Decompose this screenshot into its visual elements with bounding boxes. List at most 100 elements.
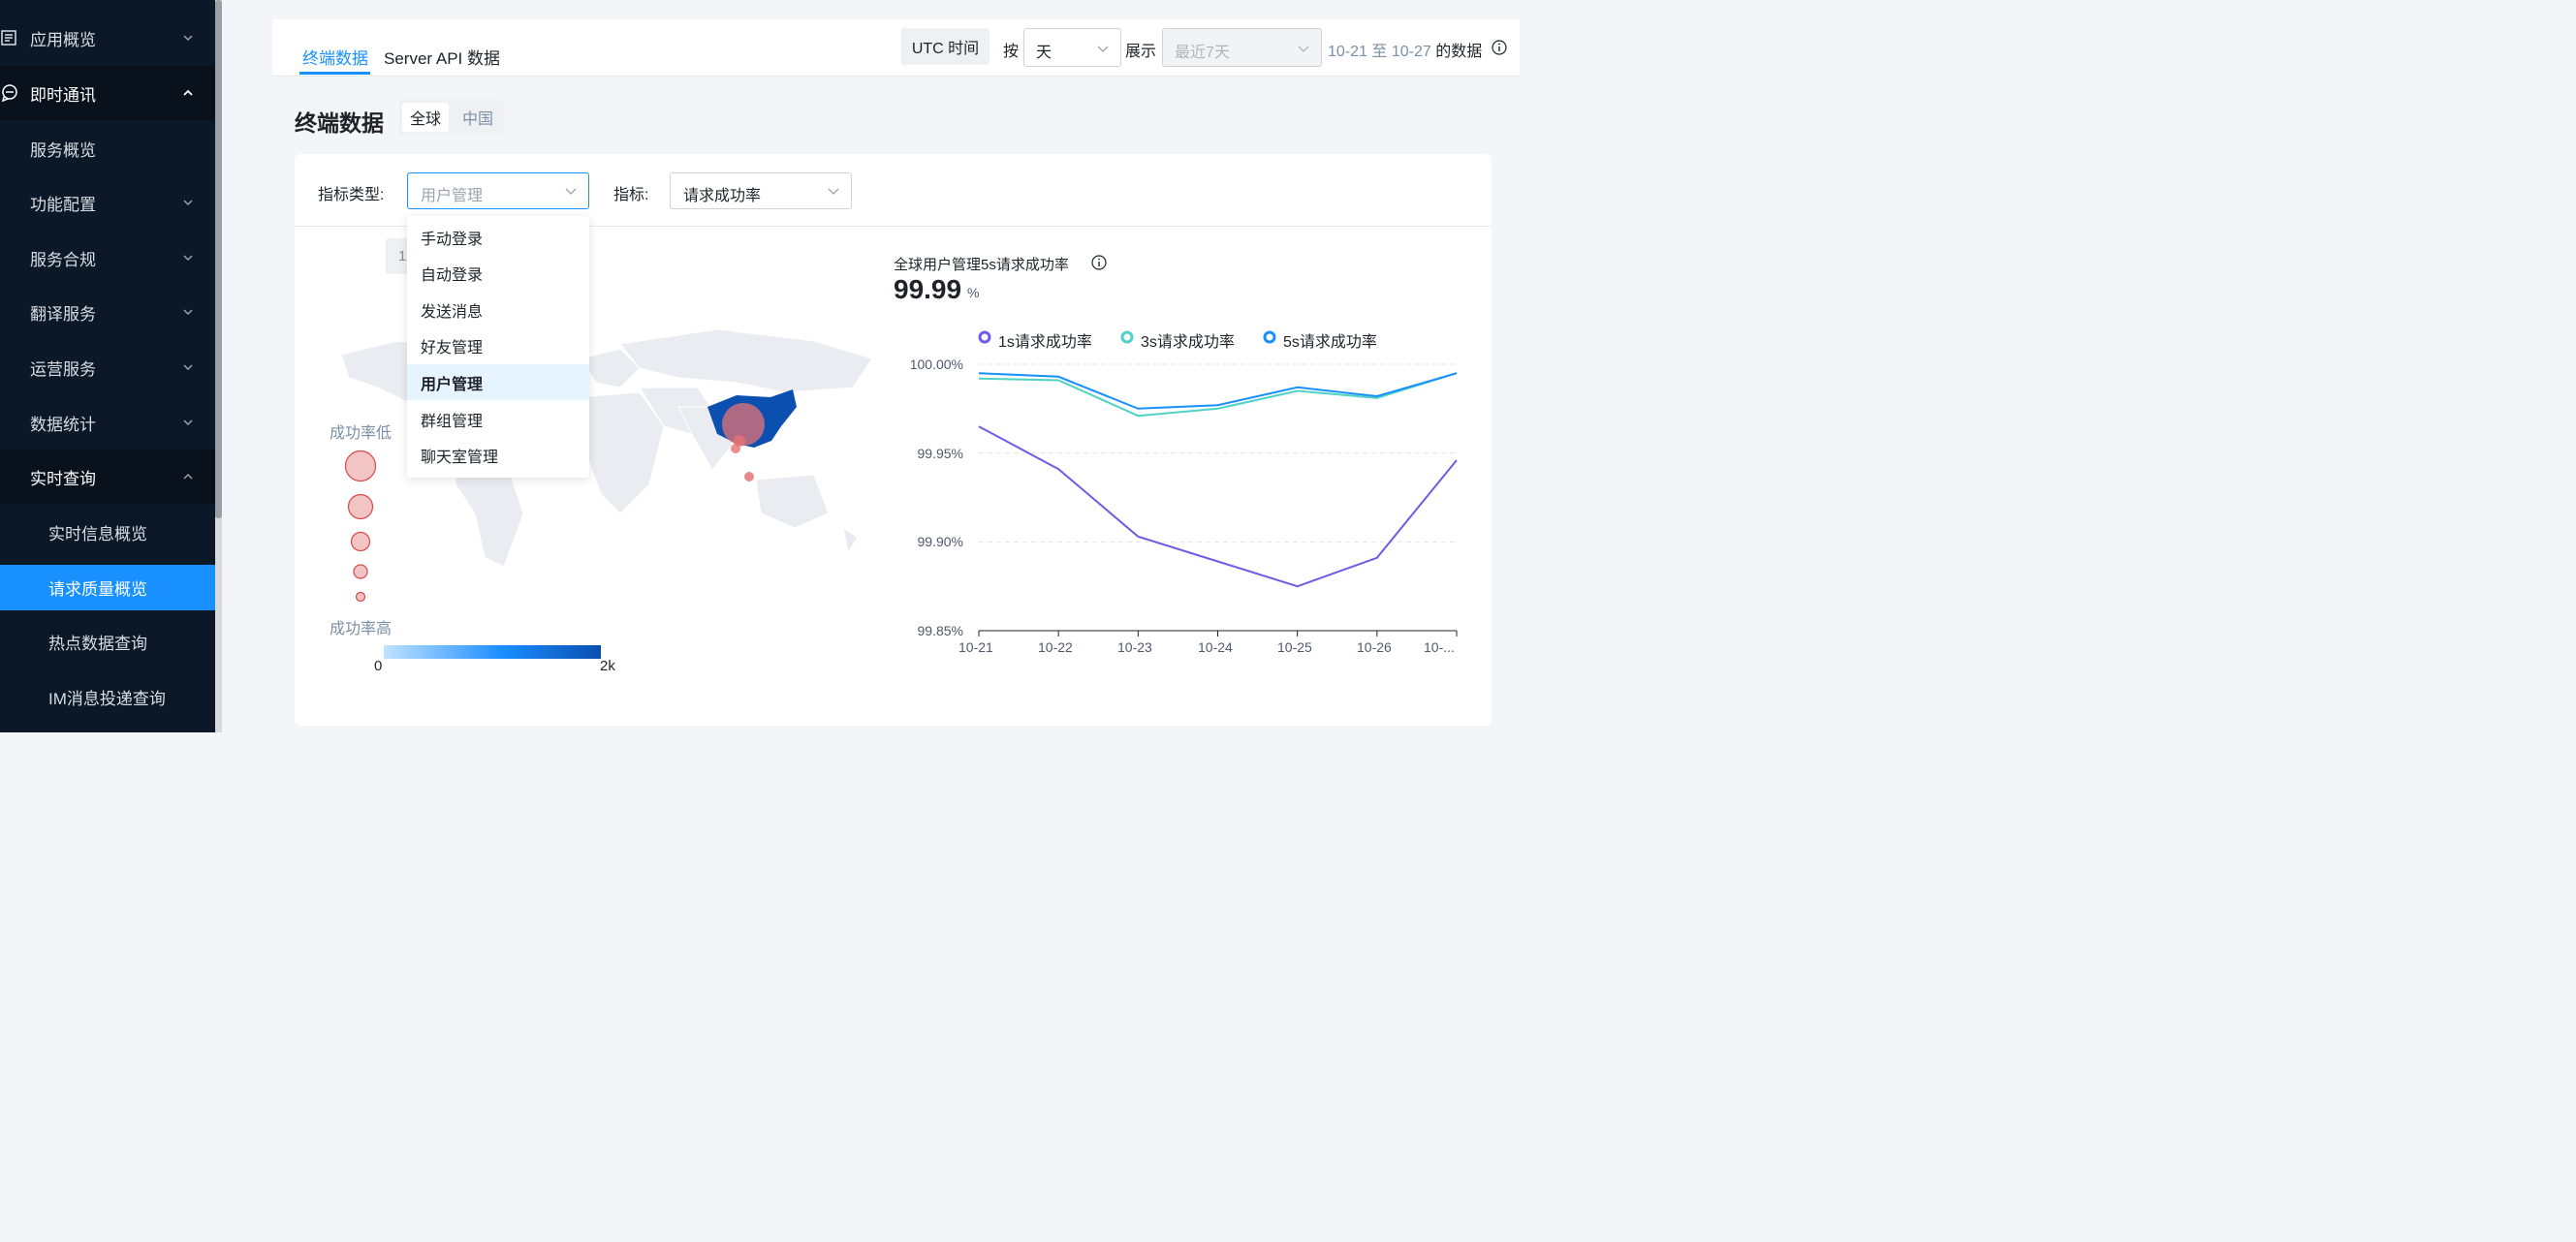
chevron-down-icon [1097, 46, 1109, 52]
info-icon[interactable] [1091, 255, 1107, 270]
granularity-select[interactable]: 天 [1023, 28, 1121, 67]
legend-bubble [350, 531, 371, 552]
granularity-value: 天 [1036, 45, 1052, 61]
sidebar-item-im-delivery[interactable]: IM消息投递查询 [0, 669, 215, 724]
sidebar-item-label: 实时信息概览 [48, 524, 147, 543]
y-tick-label: 100.00% [909, 357, 963, 372]
sidebar-item-compliance[interactable]: 服务合规 [0, 231, 215, 285]
line-chart [978, 363, 1458, 637]
metric-type-label: 指标类型: [318, 187, 385, 203]
sidebar-item-translation[interactable]: 翻译服务 [0, 285, 215, 339]
dropdown-option[interactable]: 手动登录 [407, 219, 589, 255]
chevron-down-icon [183, 255, 193, 262]
metric-label: 指标: [613, 187, 649, 203]
sidebar-item-operations[interactable]: 运营服务 [0, 340, 215, 394]
x-tick-label: 10-... [1424, 639, 1455, 655]
tab-global[interactable]: 全球 [402, 103, 449, 132]
dropdown-option[interactable]: 自动登录 [407, 255, 589, 291]
granularity-label: 按 [1003, 44, 1020, 60]
series-line-5s[interactable] [978, 372, 1458, 410]
date-separator: 至 [1371, 44, 1388, 60]
map-region-new-zealand [842, 526, 859, 554]
scrollbar-thumb[interactable] [215, 0, 222, 518]
chevron-down-icon [1298, 46, 1309, 52]
region-tabs: 全球 中国 [399, 100, 504, 135]
chevron-down-icon [183, 309, 193, 316]
headline-unit: % [967, 285, 980, 300]
chevron-up-icon [183, 473, 193, 480]
top-bar: 终端数据 Server API 数据 UTC 时间 按 天 展示 最近7天 10… [272, 19, 1520, 77]
series-line-1s[interactable] [978, 425, 1458, 588]
metric-select[interactable]: 请求成功率 [670, 172, 852, 209]
sidebar-item-label: 服务概览 [30, 140, 96, 160]
sidebar-item-label: 功能配置 [30, 195, 96, 214]
chevron-down-icon [565, 188, 577, 195]
chevron-down-icon [183, 419, 193, 426]
sidebar-item-label: 数据统计 [30, 415, 96, 434]
sidebar-item-label: 翻译服务 [30, 304, 96, 324]
metric-value: 请求成功率 [683, 188, 762, 204]
sidebar-item-service-overview[interactable]: 服务概览 [0, 121, 215, 175]
map-region-russia [619, 328, 873, 393]
sidebar-item-hot-data[interactable]: 热点数据查询 [0, 614, 215, 668]
range-select[interactable]: 最近7天 [1162, 28, 1322, 67]
range-placeholder: 最近7天 [1175, 45, 1230, 61]
color-ramp-legend [384, 645, 601, 659]
utc-time-button[interactable]: UTC 时间 [901, 28, 990, 65]
chart-title: 全球用户管理5s请求成功率 [894, 257, 1069, 273]
x-tick-label: 10-24 [1198, 639, 1233, 655]
metric-type-dropdown: 手动登录 自动登录 发送消息 好友管理 用户管理 群组管理 聊天室管理 [407, 216, 589, 478]
x-tick-label: 10-26 [1357, 639, 1392, 655]
metric-type-select[interactable]: 用户管理 [407, 172, 589, 209]
document-list-icon [1, 30, 16, 46]
bubble-size-legend [344, 450, 377, 603]
x-tick-label: 10-21 [958, 639, 993, 655]
sidebar-scrollbar[interactable] [215, 0, 222, 732]
y-tick-label: 99.95% [917, 446, 963, 461]
sidebar-item-statistics[interactable]: 数据统计 [0, 395, 215, 450]
chevron-down-icon [183, 364, 193, 371]
sidebar-item-feature-config[interactable]: 功能配置 [0, 175, 215, 230]
sidebar-item-label: 运营服务 [30, 359, 96, 379]
dropdown-option[interactable]: 好友管理 [407, 327, 589, 363]
sidebar-item-label: 热点数据查询 [48, 634, 147, 653]
sidebar-item-realtime-overview[interactable]: 实时信息概览 [0, 505, 215, 559]
tab-server-api-data[interactable]: Server API 数据 [384, 45, 500, 69]
dropdown-option[interactable]: 聊天室管理 [407, 437, 589, 473]
date-to: 10-27 [1391, 44, 1431, 60]
legend-bubble [347, 493, 374, 520]
chevron-down-icon [828, 188, 839, 195]
range-label: 展示 [1125, 44, 1157, 60]
y-tick-label: 99.85% [917, 623, 963, 638]
sidebar-item-label: 请求质量概览 [48, 580, 147, 599]
sidebar-item-realtime-query[interactable]: 实时查询 [0, 450, 215, 504]
dropdown-option[interactable]: 群组管理 [407, 401, 589, 437]
sidebar-item-app-overview[interactable]: 应用概览 [0, 11, 215, 65]
ramp-max-label: 2k [600, 658, 615, 674]
x-tick-label: 10-22 [1038, 639, 1073, 655]
dropdown-option[interactable]: 发送消息 [407, 292, 589, 327]
chevron-down-icon [183, 35, 193, 42]
ramp-min-label: 0 [374, 658, 383, 674]
tab-terminal-data[interactable]: 终端数据 [302, 45, 368, 69]
dropdown-option-selected[interactable]: 用户管理 [407, 364, 589, 400]
sidebar-item-im[interactable]: 即时通讯 [0, 66, 215, 120]
sidebar-item-label: 即时通讯 [30, 85, 96, 105]
map-tab-stub[interactable]: 1 [386, 238, 409, 274]
info-icon[interactable] [1492, 40, 1507, 55]
legend-bubble [353, 564, 368, 579]
legend-marker-1s [978, 330, 991, 344]
legend-marker-3s [1120, 330, 1134, 344]
metric-type-value: 用户管理 [421, 188, 484, 204]
sidebar-item-label: IM消息投递查询 [48, 689, 166, 708]
active-tab-indicator [299, 72, 370, 75]
legend-bubble [355, 591, 366, 603]
sidebar-item-label: 实时查询 [30, 469, 96, 488]
sidebar-item-request-quality[interactable]: 请求质量概览 [0, 565, 215, 610]
page-title: 终端数据 [295, 110, 384, 136]
headline-value: 99.99 [894, 274, 962, 304]
chat-bubble-icon [1, 84, 17, 103]
sidebar-item-label: 应用概览 [30, 30, 96, 49]
tab-china[interactable]: 中国 [455, 103, 501, 132]
map-region-africa [576, 391, 665, 514]
